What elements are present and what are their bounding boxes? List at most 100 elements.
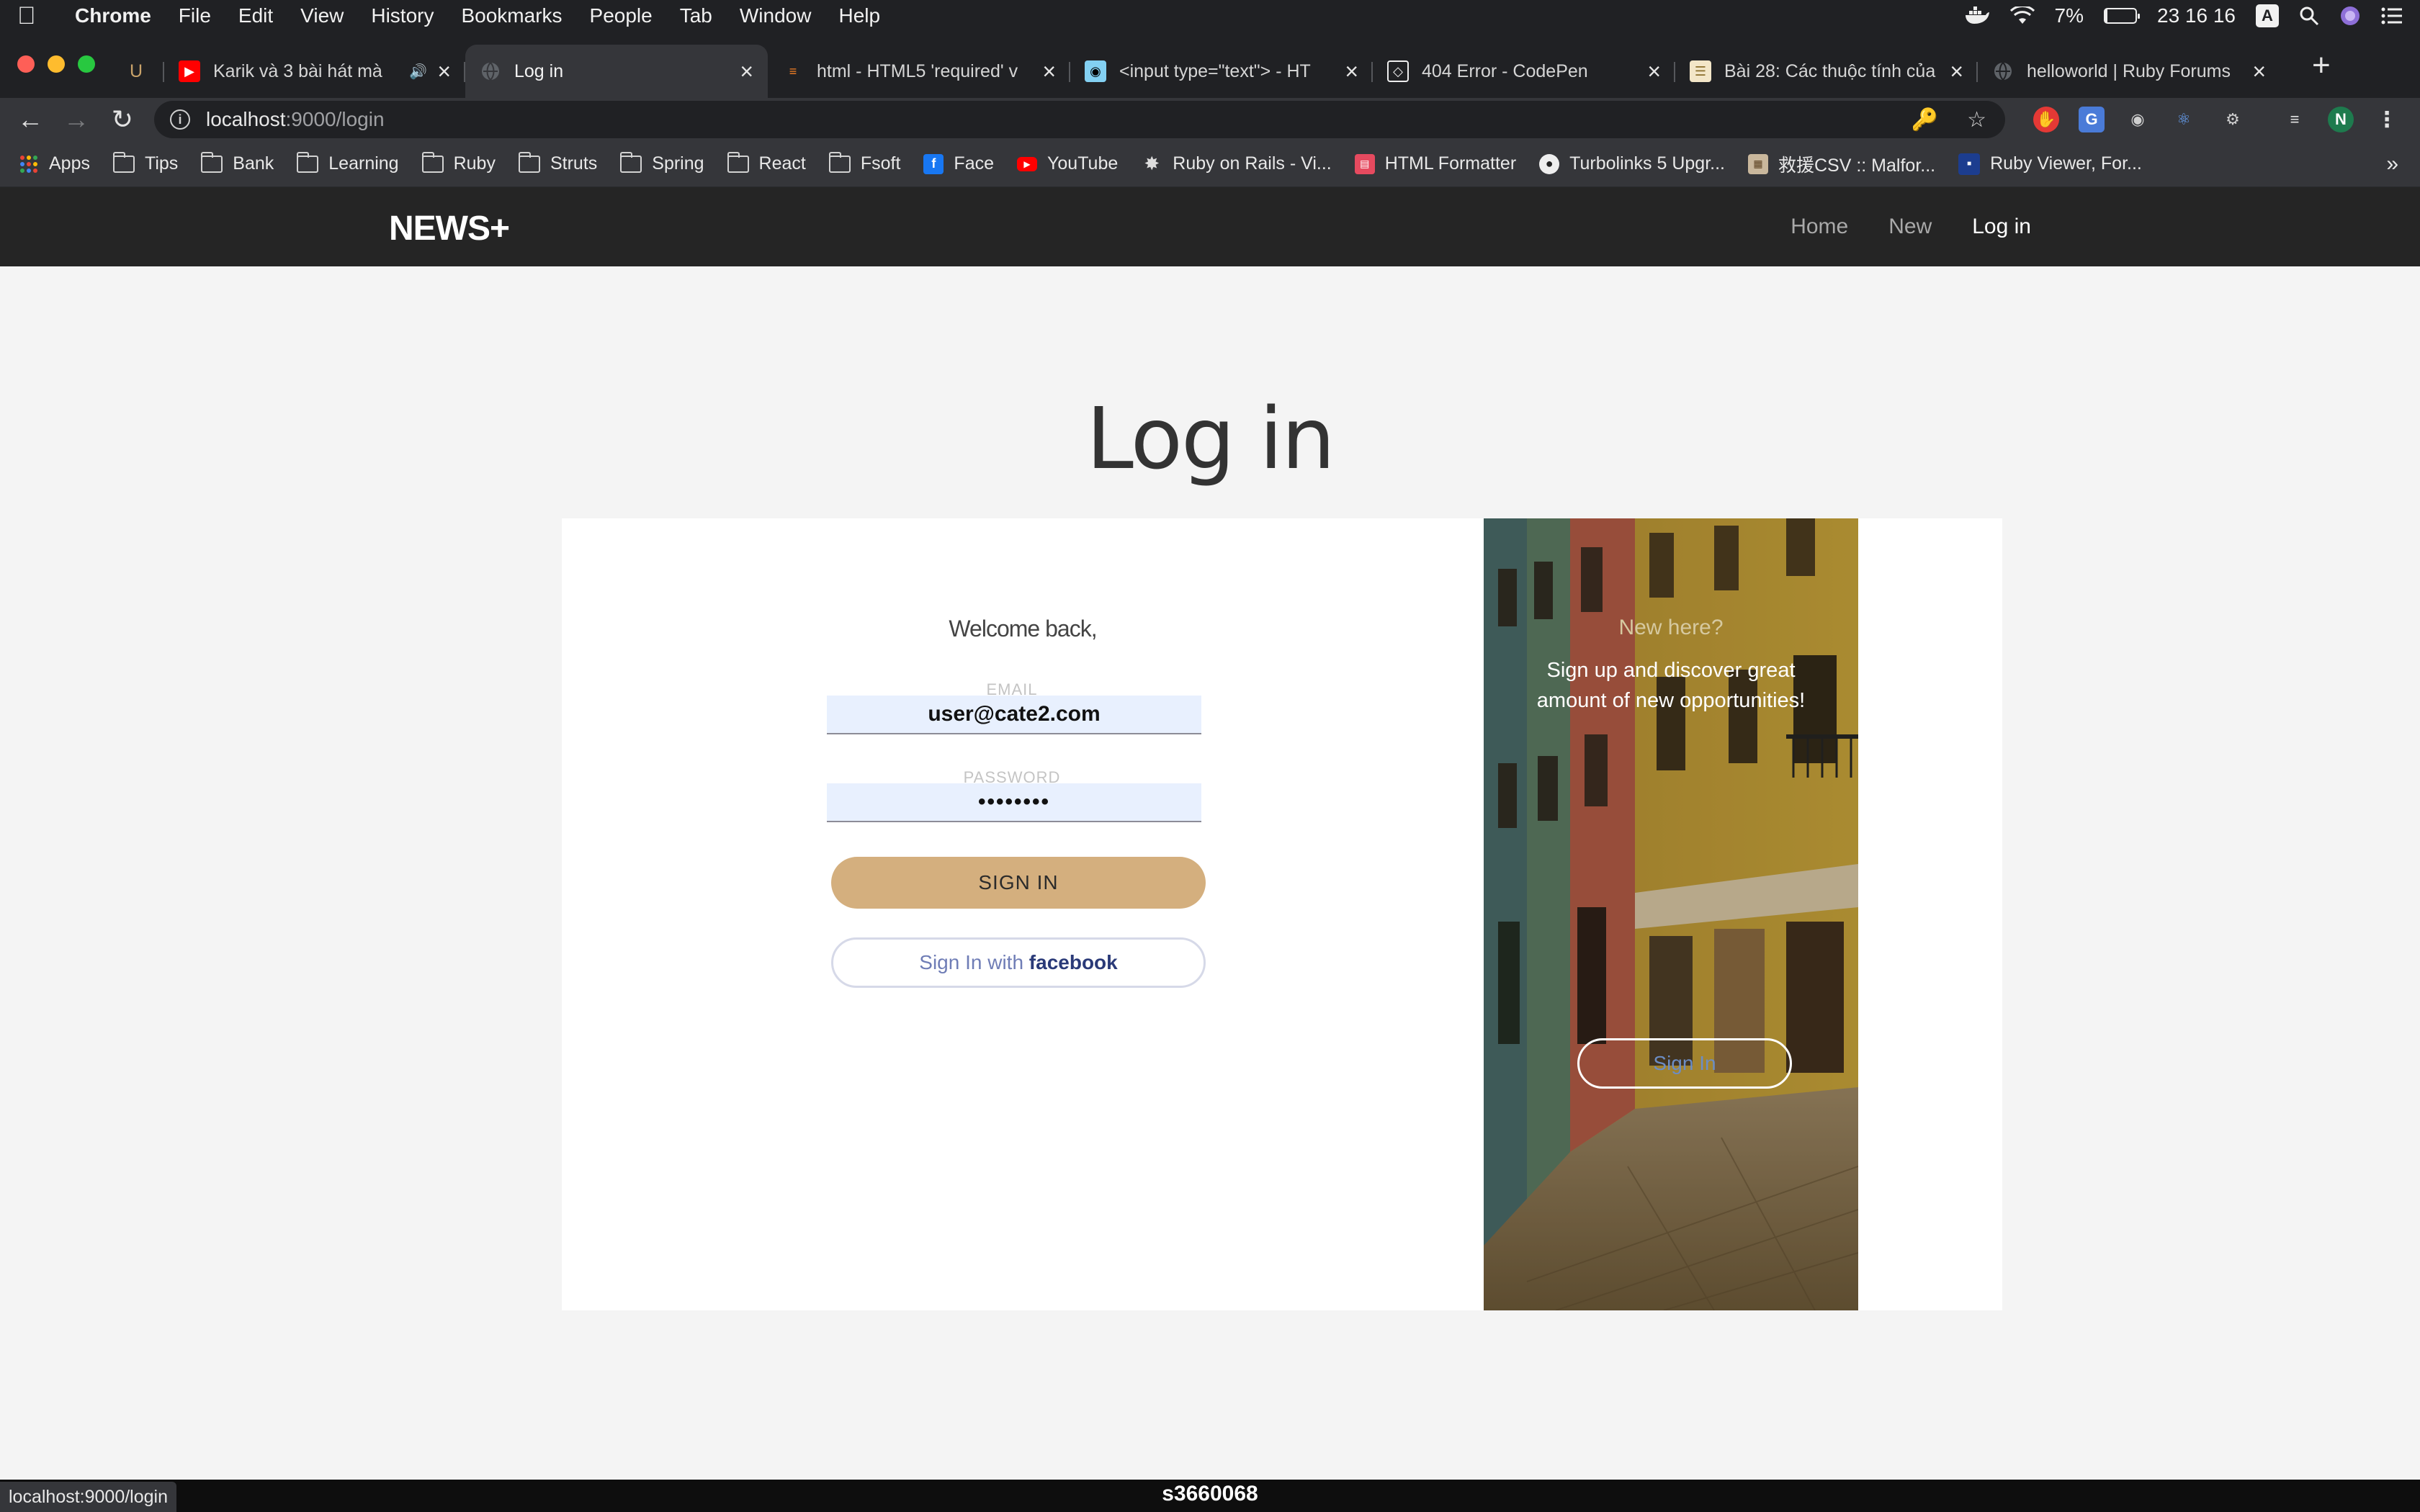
tab-log-in[interactable]: Log in × bbox=[465, 45, 768, 98]
bookmark-ruby[interactable]: Ruby bbox=[421, 151, 496, 174]
facebook-sign-in-button[interactable]: Sign In with facebook bbox=[831, 937, 1206, 988]
address-url[interactable]: localhost:9000/login bbox=[206, 108, 385, 131]
bookmark-star-icon[interactable]: ☆ bbox=[1967, 107, 1986, 132]
key-icon[interactable]: 🔑 bbox=[1912, 107, 1938, 132]
minimize-window-icon[interactable] bbox=[48, 55, 65, 73]
react-devtools-icon[interactable]: ⚛ bbox=[2171, 107, 2197, 132]
close-tab-icon[interactable]: × bbox=[740, 58, 753, 85]
bookmark-label: Ruby on Rails - Vi... bbox=[1173, 153, 1332, 174]
forward-arrow-icon[interactable]: → bbox=[60, 104, 92, 135]
close-window-icon[interactable] bbox=[17, 55, 35, 73]
tab-ruby-forums[interactable]: helloworld | Ruby Forums × bbox=[1978, 45, 2280, 98]
globe-icon bbox=[480, 60, 501, 82]
bookmark-html-formatter[interactable]: ▤ HTML Formatter bbox=[1354, 153, 1516, 174]
formatter-icon: ▤ bbox=[1354, 153, 1375, 174]
address-bar[interactable]: i localhost:9000/login 🔑 ☆ bbox=[154, 101, 2005, 138]
tab-title: <input type="text"> - HT bbox=[1119, 60, 1311, 81]
apple-icon[interactable]:  bbox=[17, 2, 39, 30]
bookmarks-overflow-icon[interactable]: » bbox=[2386, 152, 2398, 176]
nav-new-link[interactable]: New bbox=[1888, 215, 1932, 239]
translate-icon[interactable]: G bbox=[2079, 107, 2105, 132]
input-source-icon[interactable]: A bbox=[2256, 4, 2279, 27]
clock[interactable]: 23 16 16 bbox=[2157, 4, 2236, 27]
menu-window[interactable]: Window bbox=[740, 4, 812, 27]
tab-youtube-karik[interactable]: ▶ Karik và 3 bài hát mà 🔊 × bbox=[164, 45, 465, 98]
menu-bookmarks[interactable]: Bookmarks bbox=[461, 4, 562, 27]
bookmark-bank[interactable]: Bank bbox=[201, 151, 274, 174]
menu-people[interactable]: People bbox=[590, 4, 653, 27]
bookmark-label: 救援CSV :: Malfor... bbox=[1778, 155, 1936, 176]
profile-avatar[interactable]: N bbox=[2328, 107, 2354, 132]
speaker-icon[interactable]: 🔊 bbox=[409, 63, 427, 81]
bookmark-face[interactable]: f Face bbox=[923, 153, 994, 174]
email-field[interactable] bbox=[827, 696, 1201, 734]
back-arrow-icon[interactable]: ← bbox=[14, 104, 46, 135]
bookmark-spring[interactable]: Spring bbox=[620, 151, 704, 174]
menu-tab[interactable]: Tab bbox=[680, 4, 712, 27]
new-tab-icon[interactable]: + bbox=[2312, 48, 2331, 84]
close-tab-icon[interactable]: × bbox=[1345, 58, 1358, 85]
bookmark-turbolinks[interactable]: ● Turbolinks 5 Upgr... bbox=[1539, 153, 1725, 174]
notification-center-icon[interactable] bbox=[2381, 6, 2403, 25]
battery-percent: 7% bbox=[2054, 4, 2084, 27]
tab-stackoverflow[interactable]: ≡ html - HTML5 'required' v × bbox=[768, 45, 1070, 98]
close-tab-icon[interactable]: × bbox=[1950, 58, 1963, 85]
kebab-menu-icon[interactable]: ⋮ bbox=[2374, 107, 2400, 132]
folder-icon bbox=[421, 151, 444, 173]
wifi-icon[interactable] bbox=[2009, 6, 2035, 25]
reload-icon[interactable]: ↻ bbox=[107, 104, 138, 135]
close-tab-icon[interactable]: × bbox=[437, 58, 451, 85]
bookmark-youtube[interactable]: ▶ YouTube bbox=[1017, 153, 1118, 174]
tab-bai-28[interactable]: ☰ Bài 28: Các thuộc tính của × bbox=[1675, 45, 1978, 98]
adblock-icon[interactable]: ✋ bbox=[2033, 107, 2059, 132]
globe-icon bbox=[1992, 60, 2014, 82]
bookmark-struts[interactable]: Struts bbox=[518, 151, 598, 174]
url-path: :9000/login bbox=[285, 108, 385, 130]
bookmark-csv[interactable]: ▦ 救援CSV :: Malfor... bbox=[1748, 151, 1935, 177]
close-tab-icon[interactable]: × bbox=[2252, 58, 2266, 85]
bookmark-tips[interactable]: Tips bbox=[112, 151, 179, 174]
site-brand-logo[interactable]: NEWS+ bbox=[389, 209, 510, 248]
tab-codepen[interactable]: ◇ 404 Error - CodePen × bbox=[1373, 45, 1675, 98]
battery-icon[interactable] bbox=[2104, 8, 2140, 24]
nav-home-link[interactable]: Home bbox=[1791, 215, 1848, 239]
login-card: Welcome back, EMAIL PASSWORD SIGN IN Sig… bbox=[562, 518, 2002, 1310]
tab-udemy[interactable]: U bbox=[115, 45, 164, 98]
zoom-window-icon[interactable] bbox=[78, 55, 95, 73]
bookmark-react[interactable]: React bbox=[727, 151, 806, 174]
bookmark-apps[interactable]: Apps bbox=[20, 153, 90, 174]
bookmark-label: Struts bbox=[550, 153, 598, 174]
siri-icon[interactable] bbox=[2339, 5, 2361, 27]
menu-app-chrome[interactable]: Chrome bbox=[75, 4, 151, 27]
password-field[interactable] bbox=[827, 783, 1201, 822]
close-tab-icon[interactable]: × bbox=[1042, 58, 1056, 85]
apps-icon bbox=[20, 155, 37, 173]
camera-icon[interactable]: ◉ bbox=[2125, 107, 2151, 132]
close-tab-icon[interactable]: × bbox=[1647, 58, 1661, 85]
codebeautify-icon: ■ bbox=[1958, 153, 1981, 175]
facebook-icon: f bbox=[923, 153, 944, 174]
page-title: Log in bbox=[1086, 389, 1335, 488]
menu-edit[interactable]: Edit bbox=[238, 4, 273, 27]
tab-mdn[interactable]: ◉ <input type="text"> - HT × bbox=[1070, 45, 1373, 98]
menu-file[interactable]: File bbox=[179, 4, 211, 27]
menu-history[interactable]: History bbox=[371, 4, 434, 27]
bookmark-learning[interactable]: Learning bbox=[297, 151, 399, 174]
spotlight-search-icon[interactable] bbox=[2299, 6, 2319, 26]
bookmark-ruby-viewer[interactable]: ■ Ruby Viewer, For... bbox=[1958, 153, 2142, 175]
nav-login-link[interactable]: Log in bbox=[1972, 215, 2031, 239]
site-info-icon[interactable]: i bbox=[170, 109, 190, 130]
panel-sign-in-button[interactable]: Sign In bbox=[1577, 1038, 1792, 1089]
docker-icon[interactable] bbox=[1964, 6, 1990, 25]
link-status-bubble: localhost:9000/login bbox=[0, 1482, 176, 1512]
tab-title: html - HTML5 'required' v bbox=[817, 60, 1018, 81]
sign-in-button[interactable]: SIGN IN bbox=[831, 857, 1206, 909]
bookmark-ruby-on-rails[interactable]: ✸ Ruby on Rails - Vi... bbox=[1141, 153, 1331, 174]
extension-icon[interactable]: ⚙ bbox=[2220, 107, 2246, 132]
media-queue-icon[interactable]: ≡ bbox=[2282, 107, 2308, 132]
bookmark-fsoft[interactable]: Fsoft bbox=[828, 151, 900, 174]
bookmark-label: Tips bbox=[144, 153, 179, 174]
bookmark-label: YouTube bbox=[1047, 153, 1119, 174]
menu-help[interactable]: Help bbox=[838, 4, 880, 27]
menu-view[interactable]: View bbox=[300, 4, 344, 27]
